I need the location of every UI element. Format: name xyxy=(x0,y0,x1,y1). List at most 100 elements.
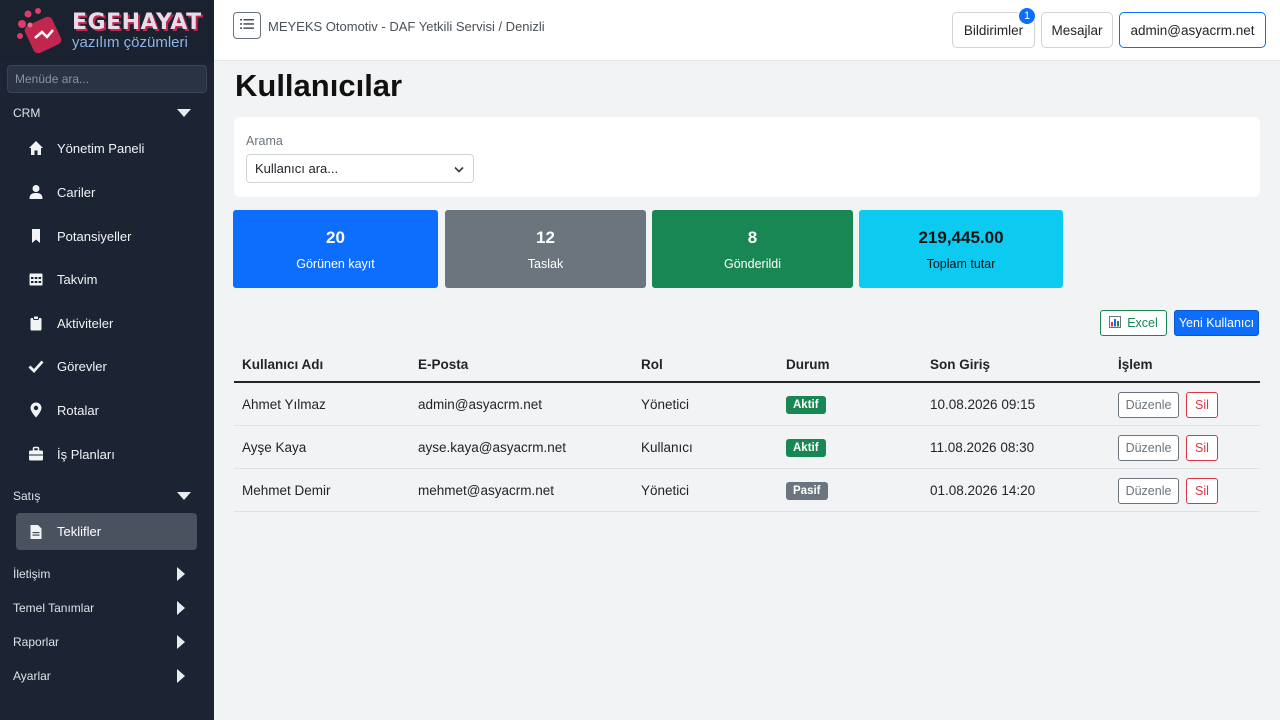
delete-button[interactable]: Sil xyxy=(1186,435,1218,461)
stat-label: Görünen kayıt xyxy=(296,257,375,271)
excel-export-button[interactable]: Excel xyxy=(1100,310,1167,336)
table-row: Ayşe Kaya ayse.kaya@asyacrm.net Kullanıc… xyxy=(234,426,1260,469)
menu-group-label: Ayarlar xyxy=(13,669,51,683)
delete-button[interactable]: Sil xyxy=(1186,392,1218,418)
briefcase-icon xyxy=(28,446,44,462)
bookmark-icon xyxy=(28,228,44,244)
role-cell: Yönetici xyxy=(641,483,690,498)
delete-button[interactable]: Sil xyxy=(1186,478,1218,504)
edit-button[interactable]: Düzenle xyxy=(1118,435,1179,461)
new-user-button[interactable]: Yeni Kullanıcı xyxy=(1174,310,1259,336)
search-label: Arama xyxy=(246,134,283,148)
chevron-right-icon xyxy=(177,601,185,615)
email-cell: ayse.kaya@asyacrm.net xyxy=(418,440,567,455)
stat-value: 12 xyxy=(536,228,555,247)
column-header[interactable]: Rol xyxy=(641,357,663,372)
user-search-select[interactable]: Kullanıcı ara... xyxy=(246,154,474,183)
search-select-value: Kullanıcı ara... xyxy=(255,161,339,176)
top-header: MEYEKS Otomotiv - DAF Yetkili Servisi / … xyxy=(214,0,1280,61)
sidebar-item-label: Teklifler xyxy=(57,524,102,539)
sidebar-item-dashboard[interactable]: Yönetim Paneli xyxy=(28,137,144,159)
column-header[interactable]: Kullanıcı Adı xyxy=(242,357,323,372)
messages-button[interactable]: Mesajlar xyxy=(1041,12,1113,48)
sidebar-item-label: İş Planları xyxy=(57,446,115,462)
last-login-cell: 11.08.2026 08:30 xyxy=(930,440,1035,455)
brand-logo[interactable]: EGEHAYAT yazılım çözümleri xyxy=(0,0,214,61)
spreadsheet-icon xyxy=(1109,315,1122,331)
check-icon xyxy=(28,358,44,374)
stat-label: Toplam tutar xyxy=(926,257,996,271)
user-icon xyxy=(28,184,44,200)
sidebar-item-calendar[interactable]: Takvim xyxy=(28,268,97,290)
sidebar-item-label: Rotalar xyxy=(57,402,99,418)
sidebar-item-leads[interactable]: Potansiyeller xyxy=(28,225,131,247)
stat-value: 8 xyxy=(747,228,758,247)
email-cell: mehmet@asyacrm.net xyxy=(418,483,554,498)
menu-group-reports[interactable]: Raporlar xyxy=(13,635,203,649)
menu-group-crm[interactable]: CRM xyxy=(13,106,203,120)
menu-group-sales[interactable]: Satış xyxy=(13,489,203,503)
user-name-cell: Ahmet Yılmaz xyxy=(242,397,326,412)
menu-group-label: CRM xyxy=(13,106,41,120)
edit-button[interactable]: Düzenle xyxy=(1118,478,1179,504)
sidebar-item-quotes[interactable]: Teklifler xyxy=(16,513,197,550)
last-login-cell: 01.08.2026 14:20 xyxy=(930,483,1036,498)
edit-button[interactable]: Düzenle xyxy=(1118,392,1179,418)
stat-label: Taslak xyxy=(527,257,564,271)
sidebar-item-accounts[interactable]: Cariler xyxy=(28,181,95,203)
column-header[interactable]: E-Posta xyxy=(418,357,468,372)
users-table: Kullanıcı Adı E-Posta Rol Durum Son Giri… xyxy=(234,345,1260,512)
notification-count-badge: 1 xyxy=(1018,7,1036,25)
company-title: MEYEKS Otomotiv - DAF Yetkili Servisi / … xyxy=(268,19,545,34)
chevron-down-icon xyxy=(177,109,191,117)
table-header: Kullanıcı Adı E-Posta Rol Durum Son Giri… xyxy=(234,345,1260,383)
sidebar-item-label: Aktiviteler xyxy=(57,315,114,331)
logo-subtitle: yazılım çözümleri xyxy=(72,33,188,51)
table-row: Mehmet Demir mehmet@asyacrm.net Yönetici… xyxy=(234,469,1260,512)
user-label: admin@asyacrm.net xyxy=(1130,22,1255,38)
status-badge: Aktif xyxy=(786,396,826,414)
column-header[interactable]: Son Giriş xyxy=(930,357,990,372)
excel-label: Excel xyxy=(1127,316,1158,330)
sidebar-item-tasks[interactable]: Görevler xyxy=(28,355,107,377)
notifications-button[interactable]: Bildirimler 1 xyxy=(952,7,1036,48)
column-header[interactable]: Durum xyxy=(786,357,830,372)
menu-group-label: Temel Tanımlar xyxy=(13,601,95,615)
menu-group-communication[interactable]: İletişim xyxy=(13,567,203,581)
user-menu-button[interactable]: admin@asyacrm.net xyxy=(1119,12,1266,48)
home-icon xyxy=(28,140,44,156)
stat-value: 20 xyxy=(326,228,345,247)
menu-search-input[interactable] xyxy=(7,65,207,93)
menu-group-label: Satış xyxy=(13,489,41,503)
column-header: İşlem xyxy=(1118,357,1153,372)
logo-icon xyxy=(16,7,66,54)
page-title: Kullanıcılar xyxy=(235,68,403,103)
sidebar: EGEHAYAT yazılım çözümleri CRM Yönetim P… xyxy=(0,0,214,720)
chevron-right-icon xyxy=(177,567,185,581)
email-cell: admin@asyacrm.net xyxy=(418,397,542,412)
stat-card-visible: 20 Görünen kayıt xyxy=(233,210,438,288)
clipboard-icon xyxy=(28,315,44,331)
user-name-cell: Mehmet Demir xyxy=(242,483,331,498)
chevron-right-icon xyxy=(177,635,185,649)
sidebar-item-work-plans[interactable]: İş Planları xyxy=(28,443,115,465)
document-icon xyxy=(28,524,44,540)
sidebar-item-label: Cariler xyxy=(57,184,96,200)
sidebar-item-label: Takvim xyxy=(57,271,98,287)
menu-group-basic-definitions[interactable]: Temel Tanımlar xyxy=(13,601,203,615)
search-card: Arama Kullanıcı ara... xyxy=(234,117,1260,197)
stat-value: 219,445.00 xyxy=(918,228,1004,247)
stat-card-total: 219,445.00 Toplam tutar xyxy=(859,210,1063,288)
sidebar-item-label: Yönetim Paneli xyxy=(57,140,145,156)
sidebar-toggle-button[interactable] xyxy=(233,12,261,39)
map-pin-icon xyxy=(28,402,44,418)
last-login-cell: 10.08.2026 09:15 xyxy=(930,397,1036,412)
sidebar-item-activities[interactable]: Aktiviteler xyxy=(28,312,113,334)
stat-card-draft: 12 Taslak xyxy=(445,210,646,288)
sidebar-item-routes[interactable]: Rotalar xyxy=(28,399,99,421)
notifications-label: Bildirimler xyxy=(963,22,1024,38)
status-badge: Aktif xyxy=(786,439,826,457)
menu-group-settings[interactable]: Ayarlar xyxy=(13,669,203,683)
sidebar-item-label: Potansiyeller xyxy=(57,228,132,244)
status-badge: Pasif xyxy=(786,482,828,500)
